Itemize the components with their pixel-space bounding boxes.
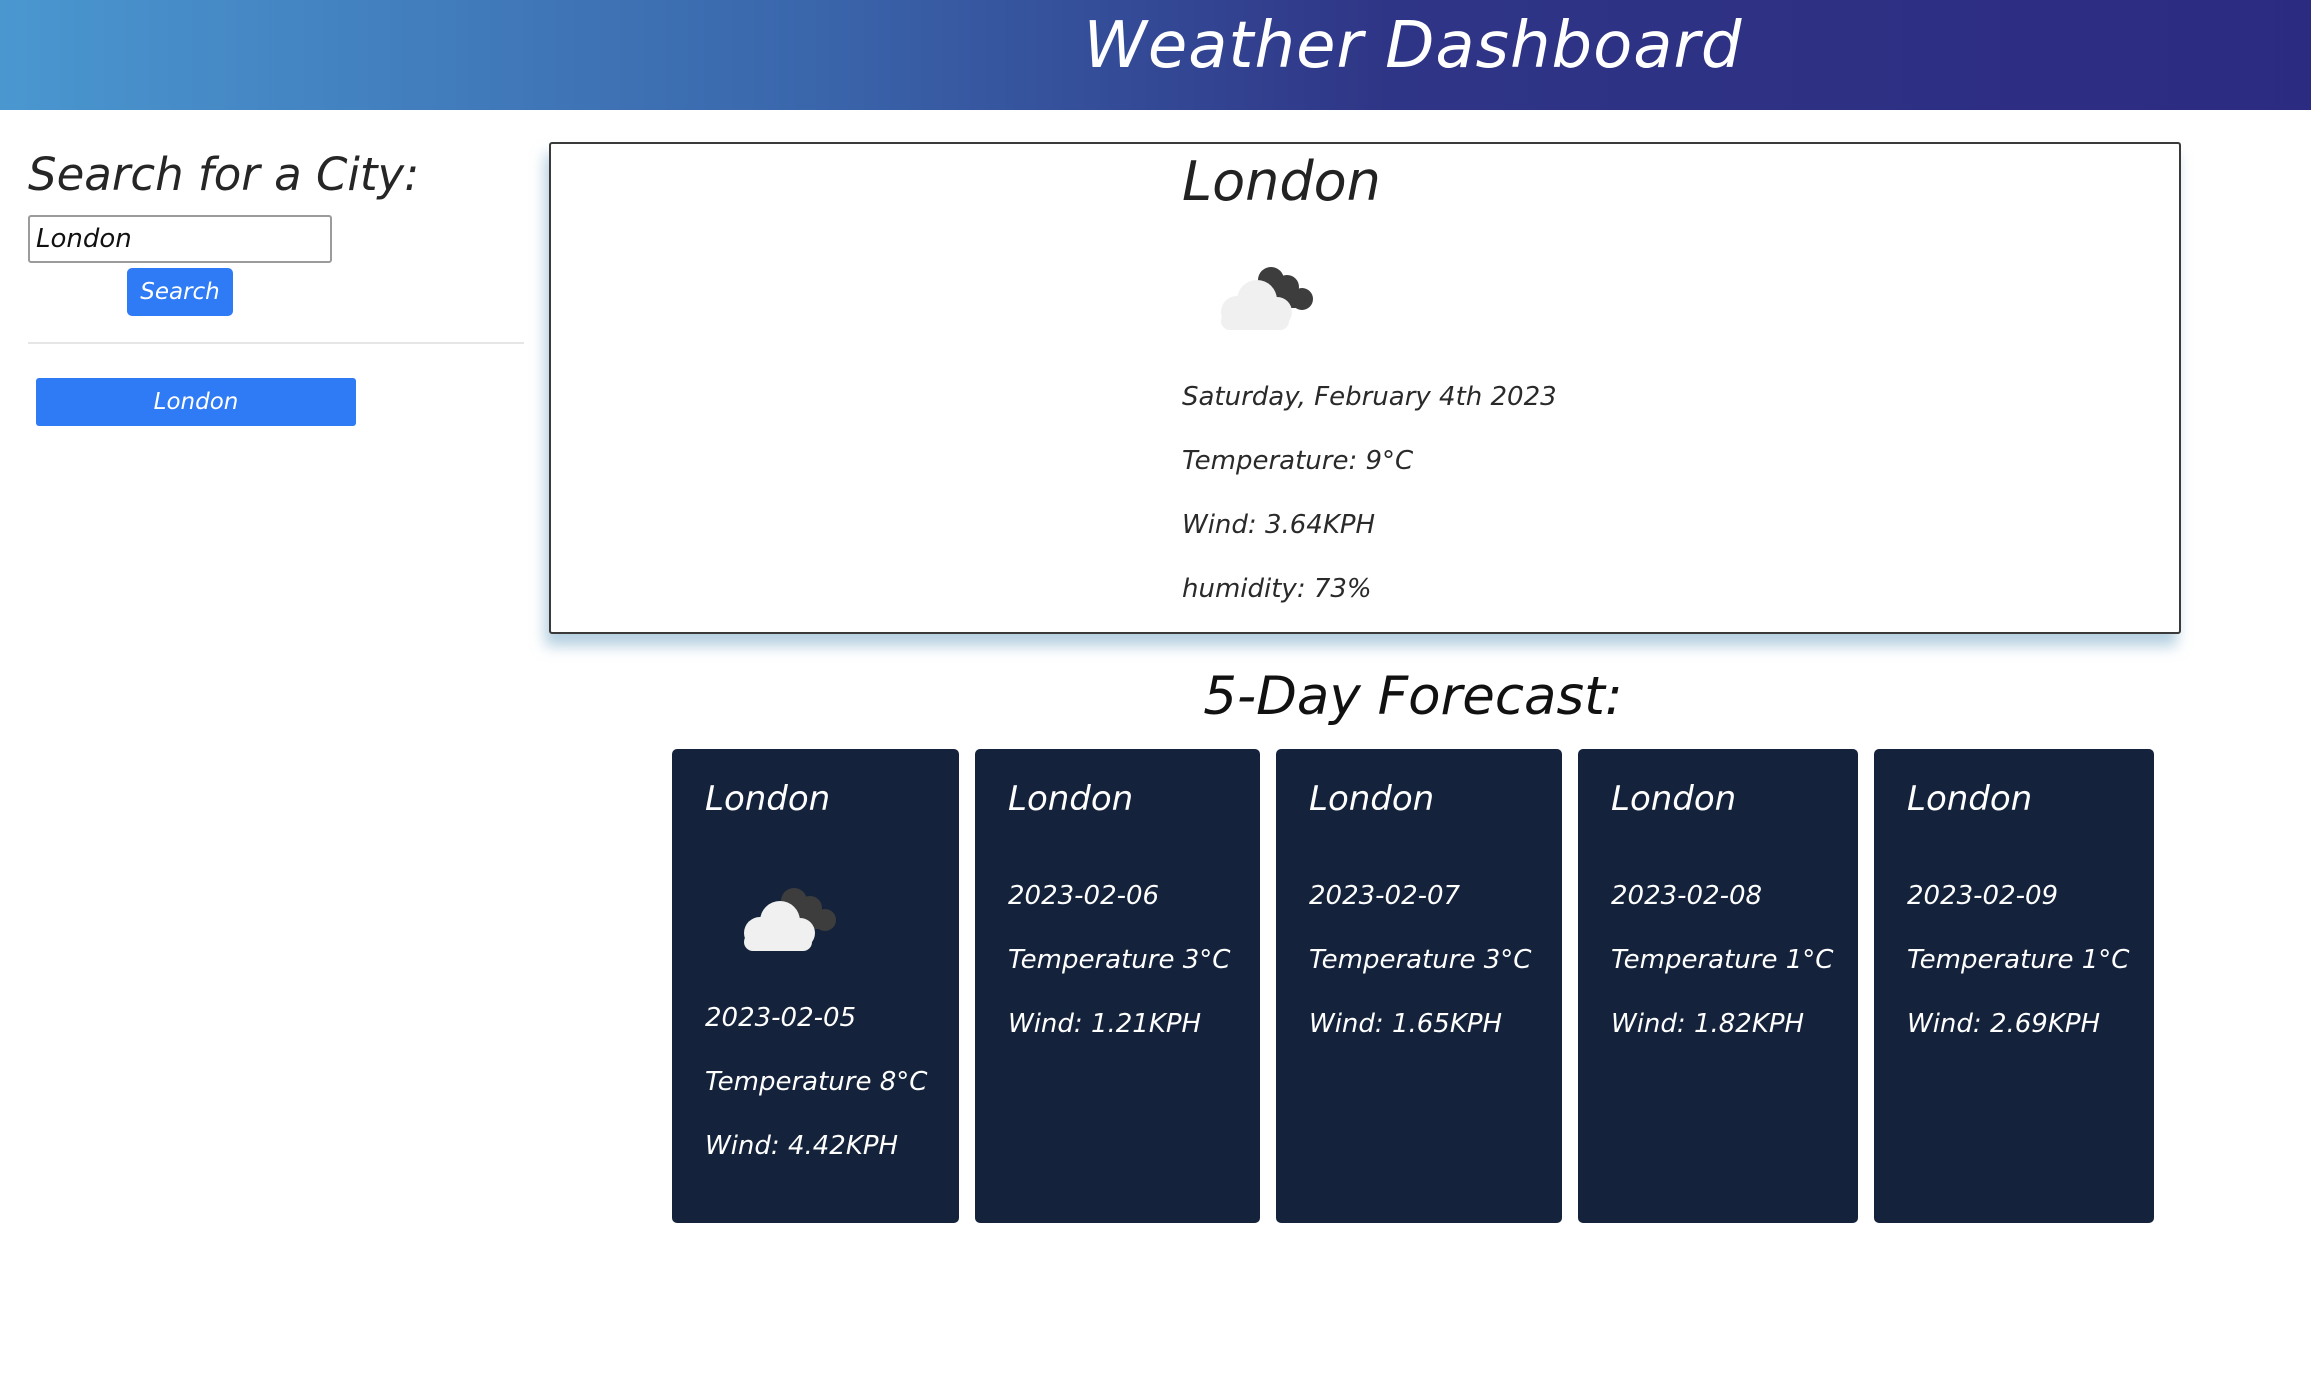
forecast-date: 2023-02-05 xyxy=(705,1003,857,1033)
cloud-icon xyxy=(744,888,836,951)
forecast-wind: Wind: 1.65KPH xyxy=(1309,1009,1503,1039)
sidebar-divider xyxy=(28,342,524,344)
header-bar: Weather Dashboard xyxy=(0,0,2311,110)
forecast-temperature: Temperature 3°C xyxy=(1008,945,1231,975)
forecast-wind: Wind: 4.42KPH xyxy=(705,1131,899,1161)
forecast-city: London xyxy=(1008,779,1134,819)
forecast-date: 2023-02-07 xyxy=(1309,881,1461,911)
current-temperature: Temperature: 9°C xyxy=(1182,446,1414,476)
forecast-card-day-3: London 2023-02-07 Temperature 3°C Wind: … xyxy=(1276,749,1562,1223)
forecast-city: London xyxy=(1309,779,1435,819)
forecast-temperature: Temperature 3°C xyxy=(1309,945,1532,975)
forecast-wind: Wind: 1.82KPH xyxy=(1611,1009,1805,1039)
current-humidity: humidity: 73% xyxy=(1182,574,1372,604)
city-search-input[interactable] xyxy=(28,215,332,263)
forecast-card-day-5: London 2023-02-09 Temperature 1°C Wind: … xyxy=(1874,749,2154,1223)
history-item-london[interactable]: London xyxy=(36,378,356,426)
current-date: Saturday, February 4th 2023 xyxy=(1182,382,1557,412)
forecast-city: London xyxy=(705,779,831,819)
forecast-card-day-2: London 2023-02-06 Temperature 3°C Wind: … xyxy=(975,749,1260,1223)
forecast-date: 2023-02-09 xyxy=(1907,881,2059,911)
search-button[interactable]: Search xyxy=(127,268,233,316)
forecast-card-day-4: London 2023-02-08 Temperature 1°C Wind: … xyxy=(1578,749,1858,1223)
forecast-wind: Wind: 2.69KPH xyxy=(1907,1009,2101,1039)
forecast-date: 2023-02-08 xyxy=(1611,881,1763,911)
forecast-heading: 5-Day Forecast: xyxy=(1203,666,1623,727)
forecast-wind: Wind: 1.21KPH xyxy=(1008,1009,1202,1039)
search-heading: Search for a City: xyxy=(28,148,420,201)
forecast-city: London xyxy=(1907,779,2033,819)
forecast-card-day-1: London 2023-02-05 Temperature 8°C Wind: … xyxy=(672,749,959,1223)
forecast-date: 2023-02-06 xyxy=(1008,881,1160,911)
forecast-temperature: Temperature 1°C xyxy=(1907,945,2130,975)
current-weather-card: London Saturday, February 4th 2023 Tempe… xyxy=(549,142,2181,634)
cloud-icon xyxy=(1221,267,1313,330)
forecast-temperature: Temperature 8°C xyxy=(705,1067,928,1097)
current-city-name: London xyxy=(1182,150,1381,213)
forecast-temperature: Temperature 1°C xyxy=(1611,945,1834,975)
current-wind: Wind: 3.64KPH xyxy=(1182,510,1376,540)
sidebar: Search for a City: Search London xyxy=(28,140,524,426)
page-title: Weather Dashboard xyxy=(1083,9,1743,83)
forecast-city: London xyxy=(1611,779,1737,819)
